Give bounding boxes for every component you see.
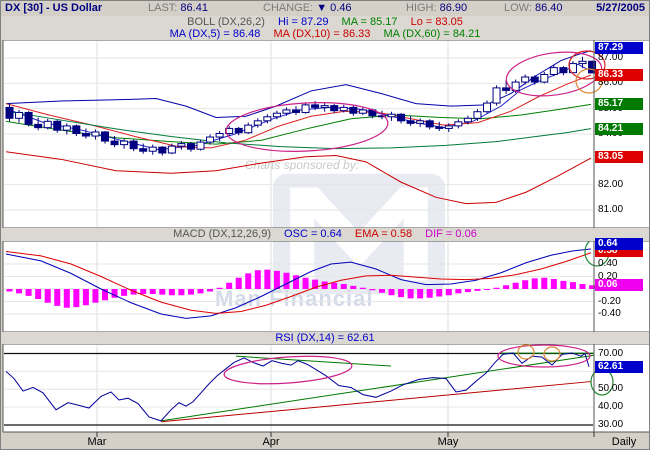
price-legend-bar: BOLL (DX,26,2) Hi = 87.29 MA = 85.17 Lo … [1,16,649,40]
y-axis-label: 82.00 [598,178,624,190]
date-label: 5/27/2005 [596,2,645,14]
high-value: 86.90 [439,2,468,14]
y-axis-highlight: 86.33 [595,69,643,81]
month-label: Apr [262,436,280,448]
boll-ma: MA = 85.17 [341,16,398,28]
macd-ema: EMA = 0.58 [354,228,413,240]
trading-chart-window: DX [30] - US Dollar LAST: 86.41 CHANGE: … [0,0,650,450]
macd-osc: OSC = 0.64 [284,228,342,240]
y-axis-label: 0.40 [598,258,618,269]
y-axis-label: 70.00 [598,347,624,359]
y-axis-label: 40.00 [598,401,624,413]
y-axis-label: 30.00 [598,419,624,430]
rsi-name: RSI (DX,14) = 62.61 [275,332,375,344]
y-axis-label: -0.20 [598,295,621,307]
change-label: CHANGE: [263,2,314,14]
macd-name: MACD (DX,12,26,9) [173,228,271,240]
low-label: LOW: [504,2,532,14]
y-axis-highlight: 0.06 [595,279,643,291]
macd-dif: DIF = 0.06 [425,228,477,240]
low-quote: LOW: 86.40 [504,1,563,15]
month-label: May [437,436,459,448]
high-label: HIGH: [406,2,437,14]
boll-hi: Hi = 87.29 [278,16,329,28]
last-value: 86.41 [180,2,208,14]
chart-canvas [2,39,649,437]
macd-legend-bar: MACD (DX,12,26,9) OSC = 0.64 EMA = 0.58 … [1,228,649,241]
y-axis-highlight: 62.61 [595,361,643,373]
y-axis-highlight: 0.64 [595,238,643,250]
last-label: LAST: [148,2,178,14]
last-quote: LAST: 86.41 [148,1,208,15]
period-label: Daily [611,436,637,448]
boll-lo: Lo = 83.05 [410,16,463,28]
month-label: Mar [87,436,107,448]
y-axis-highlight: 83.05 [595,151,643,163]
quote-header: DX [30] - US Dollar LAST: 86.41 CHANGE: … [1,1,649,16]
boll-legend: BOLL (DX,26,2) Hi = 87.29 MA = 85.17 Lo … [1,16,649,28]
symbol-title: DX [30] - US Dollar [5,2,103,14]
ma-legend: MA (DX,5) = 86.48 MA (DX,10) = 86.33 MA … [1,28,649,40]
low-value: 86.40 [534,2,563,14]
change-value: 0.46 [330,2,352,14]
y-axis-highlight: 87.29 [595,42,643,54]
y-axis-label: 81.00 [598,203,624,215]
high-quote: HIGH: 86.90 [406,1,467,15]
down-arrow-icon: ▼ [316,2,328,14]
y-axis-label: -0.40 [598,308,621,319]
rsi-legend-bar: RSI (DX,14) = 62.61 [1,332,649,344]
change-quote: CHANGE: ▼ 0.46 [263,1,352,15]
y-axis-highlight: 84.21 [595,123,643,135]
y-axis-label: 50.00 [598,383,624,395]
ma60-legend: MA (DX,60) = 84.21 [383,28,481,40]
ma5-legend: MA (DX,5) = 86.48 [169,28,261,40]
ma10-legend: MA (DX,10) = 86.33 [273,28,371,40]
boll-name: BOLL (DX,26,2) [187,16,265,28]
y-axis-highlight: 85.17 [595,98,643,110]
